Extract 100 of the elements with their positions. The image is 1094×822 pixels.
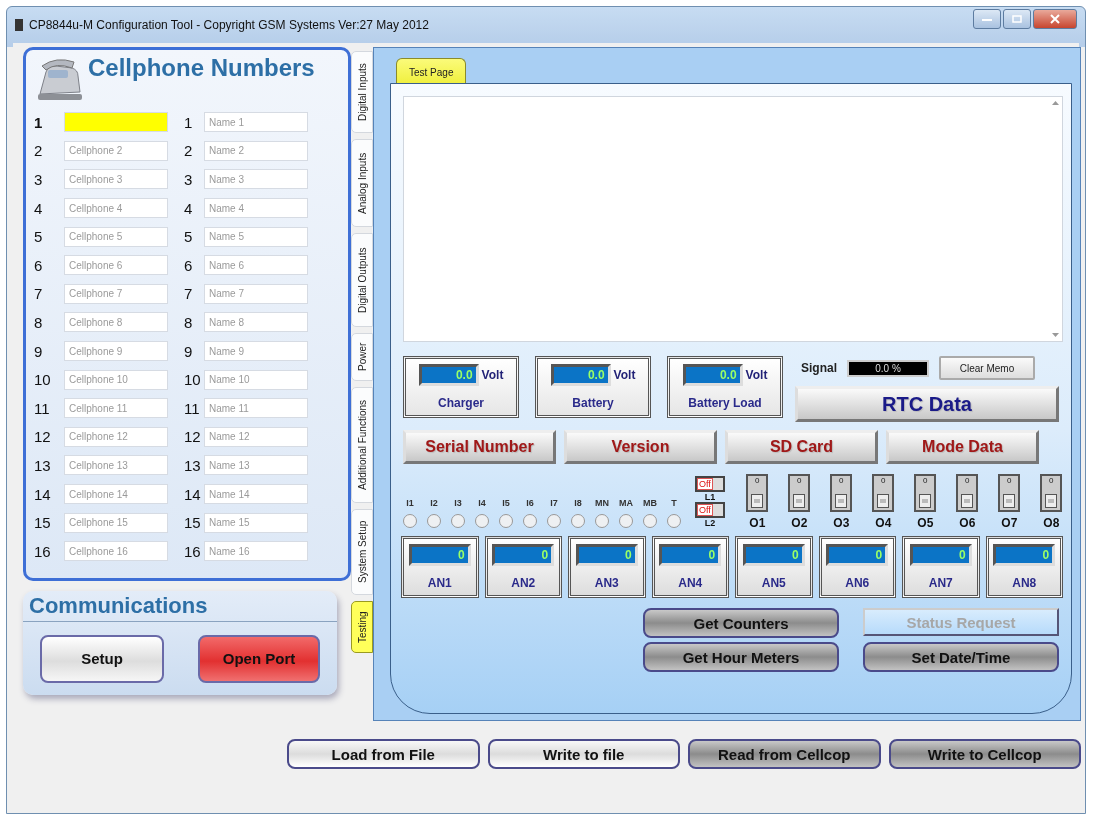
meter-label: AN5 [761, 576, 786, 590]
meter-label: Battery [572, 396, 614, 410]
side-tab[interactable]: System Setup [351, 509, 373, 595]
data-button[interactable]: Mode Data [886, 430, 1039, 464]
row-number: 9 [184, 342, 194, 360]
input-label: I7 [550, 498, 558, 508]
side-tab[interactable]: Additional Functions [351, 387, 373, 503]
name-field[interactable]: Name 15 [204, 512, 308, 533]
name-field[interactable]: Name 3 [204, 169, 308, 190]
output-switch[interactable]: 0 [872, 474, 895, 512]
name-field[interactable]: Name 9 [204, 341, 308, 362]
side-tab[interactable]: Power [351, 333, 373, 381]
action-button[interactable]: Set Date/Time [863, 642, 1059, 672]
setup-button[interactable]: Setup [40, 634, 164, 683]
switch-lever-icon [793, 494, 806, 508]
row-number: 10 [184, 371, 202, 389]
output-switch[interactable]: 0 [914, 474, 937, 512]
output-switch[interactable]: 0 [956, 474, 979, 512]
cellphone-field[interactable]: Cellphone 10 [64, 369, 168, 390]
latch-switch[interactable]: Off [695, 476, 725, 492]
row-number: 5 [34, 228, 44, 246]
name-field[interactable]: Name 4 [204, 198, 308, 219]
cellphone-field[interactable]: Cellphone 7 [64, 283, 168, 304]
meter-label: AN6 [845, 576, 870, 590]
meter-label: Charger [438, 396, 484, 410]
rtc-data-button[interactable]: RTC Data [795, 386, 1059, 422]
footer-button[interactable]: Write to file [487, 739, 680, 769]
page-tab[interactable]: Test Page [396, 58, 467, 83]
cellphone-field[interactable]: Cellphone 11 [64, 398, 168, 419]
name-field[interactable]: Name 5 [204, 226, 308, 247]
name-field[interactable]: Name 12 [204, 426, 308, 447]
latch-switch[interactable]: Off [695, 502, 725, 518]
output-switch[interactable]: 0 [788, 474, 811, 512]
row-number: 7 [184, 285, 194, 303]
side-tab[interactable]: Digital Outputs [351, 233, 373, 327]
side-tab[interactable]: Analog Inputs [351, 139, 373, 227]
name-field[interactable]: Name 16 [204, 541, 308, 562]
analog-reading: 0 [408, 544, 471, 566]
cellphone-field[interactable]: Cellphone 3 [64, 169, 168, 190]
output-label: O3 [833, 516, 850, 530]
name-field[interactable]: Name 8 [204, 312, 308, 333]
cellphone-field[interactable]: Cellphone 12 [64, 426, 168, 447]
row-number: 10 [34, 371, 52, 389]
cellphone-field[interactable]: Cellphone 6 [64, 255, 168, 276]
clear-memo-button[interactable]: Clear Memo [939, 356, 1035, 380]
name-field[interactable]: Name 2 [204, 140, 308, 161]
name-field[interactable]: Name 10 [204, 369, 308, 390]
row-number: 9 [34, 342, 44, 360]
unit-label: Volt [745, 368, 768, 382]
output-switch[interactable]: 0 [1040, 474, 1063, 512]
row-number: 13 [184, 456, 202, 474]
scroll-up-icon[interactable] [1051, 101, 1059, 105]
cellphone-field[interactable]: Cellphone 16 [64, 541, 168, 562]
cellphone-field[interactable] [64, 112, 168, 133]
meter-label: AN1 [427, 576, 452, 590]
name-field[interactable]: Name 11 [204, 398, 308, 419]
output-switch[interactable]: 0 [998, 474, 1021, 512]
input-label: I2 [430, 498, 438, 508]
panel-title: Communications [23, 591, 337, 622]
data-button[interactable]: Serial Number [403, 430, 556, 464]
footer-button[interactable]: Load from File [287, 739, 480, 769]
side-tab[interactable]: Digital Inputs [351, 51, 373, 133]
data-button[interactable]: SD Card [725, 430, 878, 464]
analog-reading: 0 [826, 544, 889, 566]
close-button[interactable] [1033, 9, 1077, 29]
meter-label: Battery Load [688, 396, 762, 410]
row-number: 16 [34, 542, 52, 560]
name-field[interactable]: Name 1 [204, 112, 308, 133]
footer-button[interactable]: Read from Cellcop [688, 739, 881, 769]
scroll-down-icon[interactable] [1051, 333, 1059, 337]
row-number: 4 [34, 199, 44, 217]
meter-label: AN7 [928, 576, 953, 590]
cellphone-field[interactable]: Cellphone 5 [64, 226, 168, 247]
side-tab[interactable]: Testing [351, 601, 373, 653]
open-port-button[interactable]: Open Port [198, 634, 320, 683]
output-switch[interactable]: 0 [830, 474, 853, 512]
action-button[interactable]: Get Hour Meters [643, 642, 839, 672]
row-number: 13 [34, 456, 52, 474]
name-field[interactable]: Name 14 [204, 484, 308, 504]
output-switch[interactable]: 0 [746, 474, 769, 512]
name-field[interactable]: Name 7 [204, 283, 308, 304]
cellphone-field[interactable]: Cellphone 14 [64, 484, 168, 504]
name-field[interactable]: Name 6 [204, 255, 308, 276]
cellphone-field[interactable]: Cellphone 13 [64, 455, 168, 476]
footer-button[interactable]: Write to Cellcop [888, 739, 1081, 769]
cellphone-field[interactable]: Cellphone 15 [64, 512, 168, 533]
name-field[interactable]: Name 13 [204, 455, 308, 476]
cellphone-field[interactable]: Cellphone 2 [64, 140, 168, 161]
cellphone-field[interactable]: Cellphone 9 [64, 341, 168, 362]
analog-reading: 0 [909, 544, 972, 566]
action-button[interactable]: Get Counters [643, 608, 839, 638]
cellphone-field[interactable]: Cellphone 8 [64, 312, 168, 333]
switch-lever-icon [835, 494, 848, 508]
input-label: I6 [526, 498, 534, 508]
voltage-reading: 0.0 [418, 364, 479, 386]
minimize-button[interactable] [973, 9, 1001, 29]
switch-lever-icon [751, 494, 764, 508]
data-button[interactable]: Version [564, 430, 717, 464]
cellphone-field[interactable]: Cellphone 4 [64, 198, 168, 219]
maximize-button[interactable] [1003, 9, 1031, 29]
